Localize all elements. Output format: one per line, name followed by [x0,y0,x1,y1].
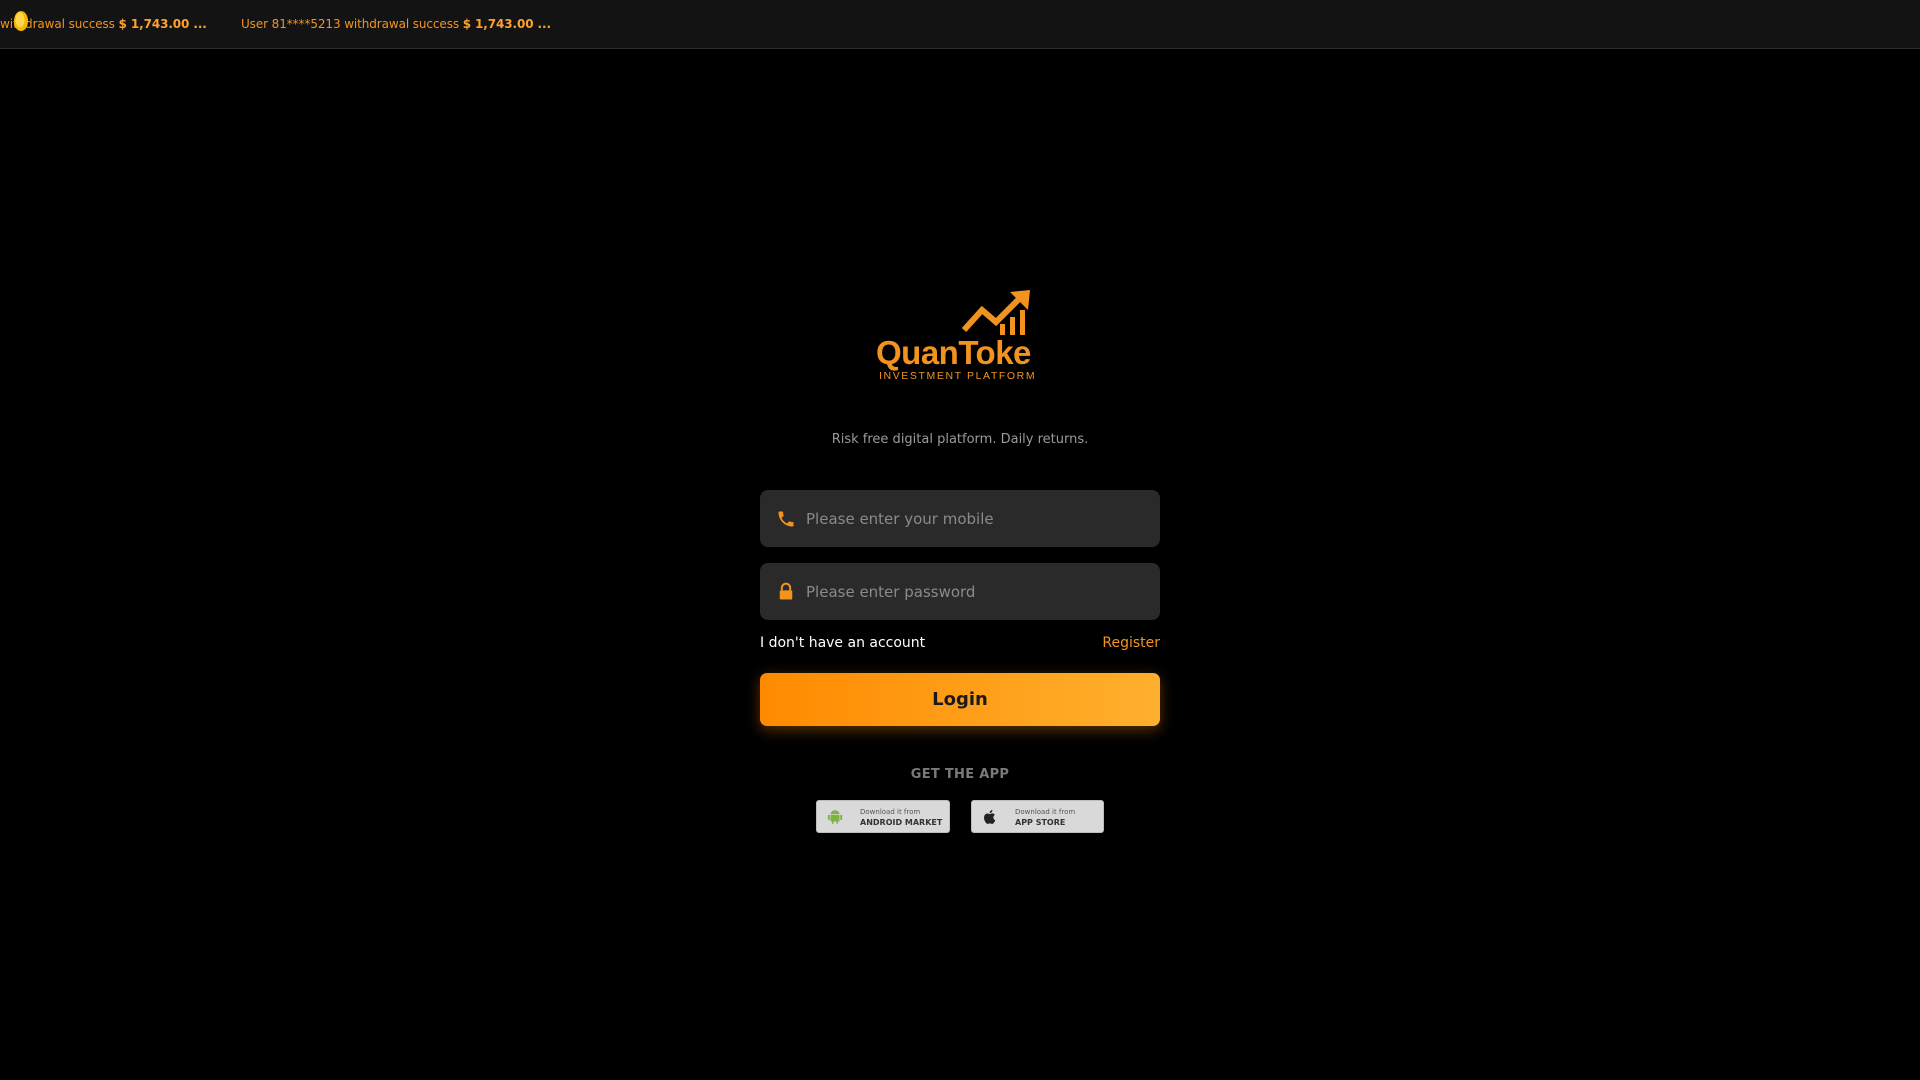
badge-caption: Download it from [860,808,921,816]
growth-chart-icon [961,290,1030,335]
ticker-item-amount: $ 1,743.00 ... [118,17,207,31]
account-row: I don't have an account Register [760,635,1160,655]
ticker-item-amount: $ 1,743.00 ... [462,17,551,31]
ticker-item: User 81****5213 withdrawal success $ 1,7… [241,17,551,31]
register-link[interactable]: Register [1102,635,1160,651]
badge-caption: Download it from [1015,808,1076,816]
android-market-badge[interactable]: Download it from ANDROID MARKET [816,800,950,833]
lock-icon [779,582,793,600]
ticker-item: withdrawal success $ 1,743.00 ... [0,17,207,31]
tagline: Risk free digital platform. Daily return… [831,432,1089,447]
android-icon [827,810,843,824]
badge-store-name: APP STORE [1015,818,1066,827]
mobile-input[interactable] [804,490,1144,547]
apple-icon [984,809,996,824]
get-the-app-heading: GET THE APP [910,767,1010,782]
no-account-text: I don't have an account [760,635,926,651]
login-button[interactable]: Login [760,673,1160,726]
phone-icon [778,511,794,527]
brand-subtitle: INVESTMENT PLATFORM [879,370,1037,382]
ticker-item-text: User 81****5213 withdrawal success [241,17,463,31]
withdrawal-ticker: withdrawal success $ 1,743.00 ... User 8… [0,0,1920,49]
mobile-field [760,490,1160,547]
brand-logo: QuanToke INVESTMENT PLATFORM [870,290,1050,390]
badge-store-name: ANDROID MARKET [860,818,943,827]
brand-name: QuanToke [876,334,1031,371]
password-input[interactable] [804,563,1144,620]
app-store-badge[interactable]: Download it from APP STORE [971,800,1104,833]
coin-icon [14,11,28,31]
password-field [760,563,1160,620]
